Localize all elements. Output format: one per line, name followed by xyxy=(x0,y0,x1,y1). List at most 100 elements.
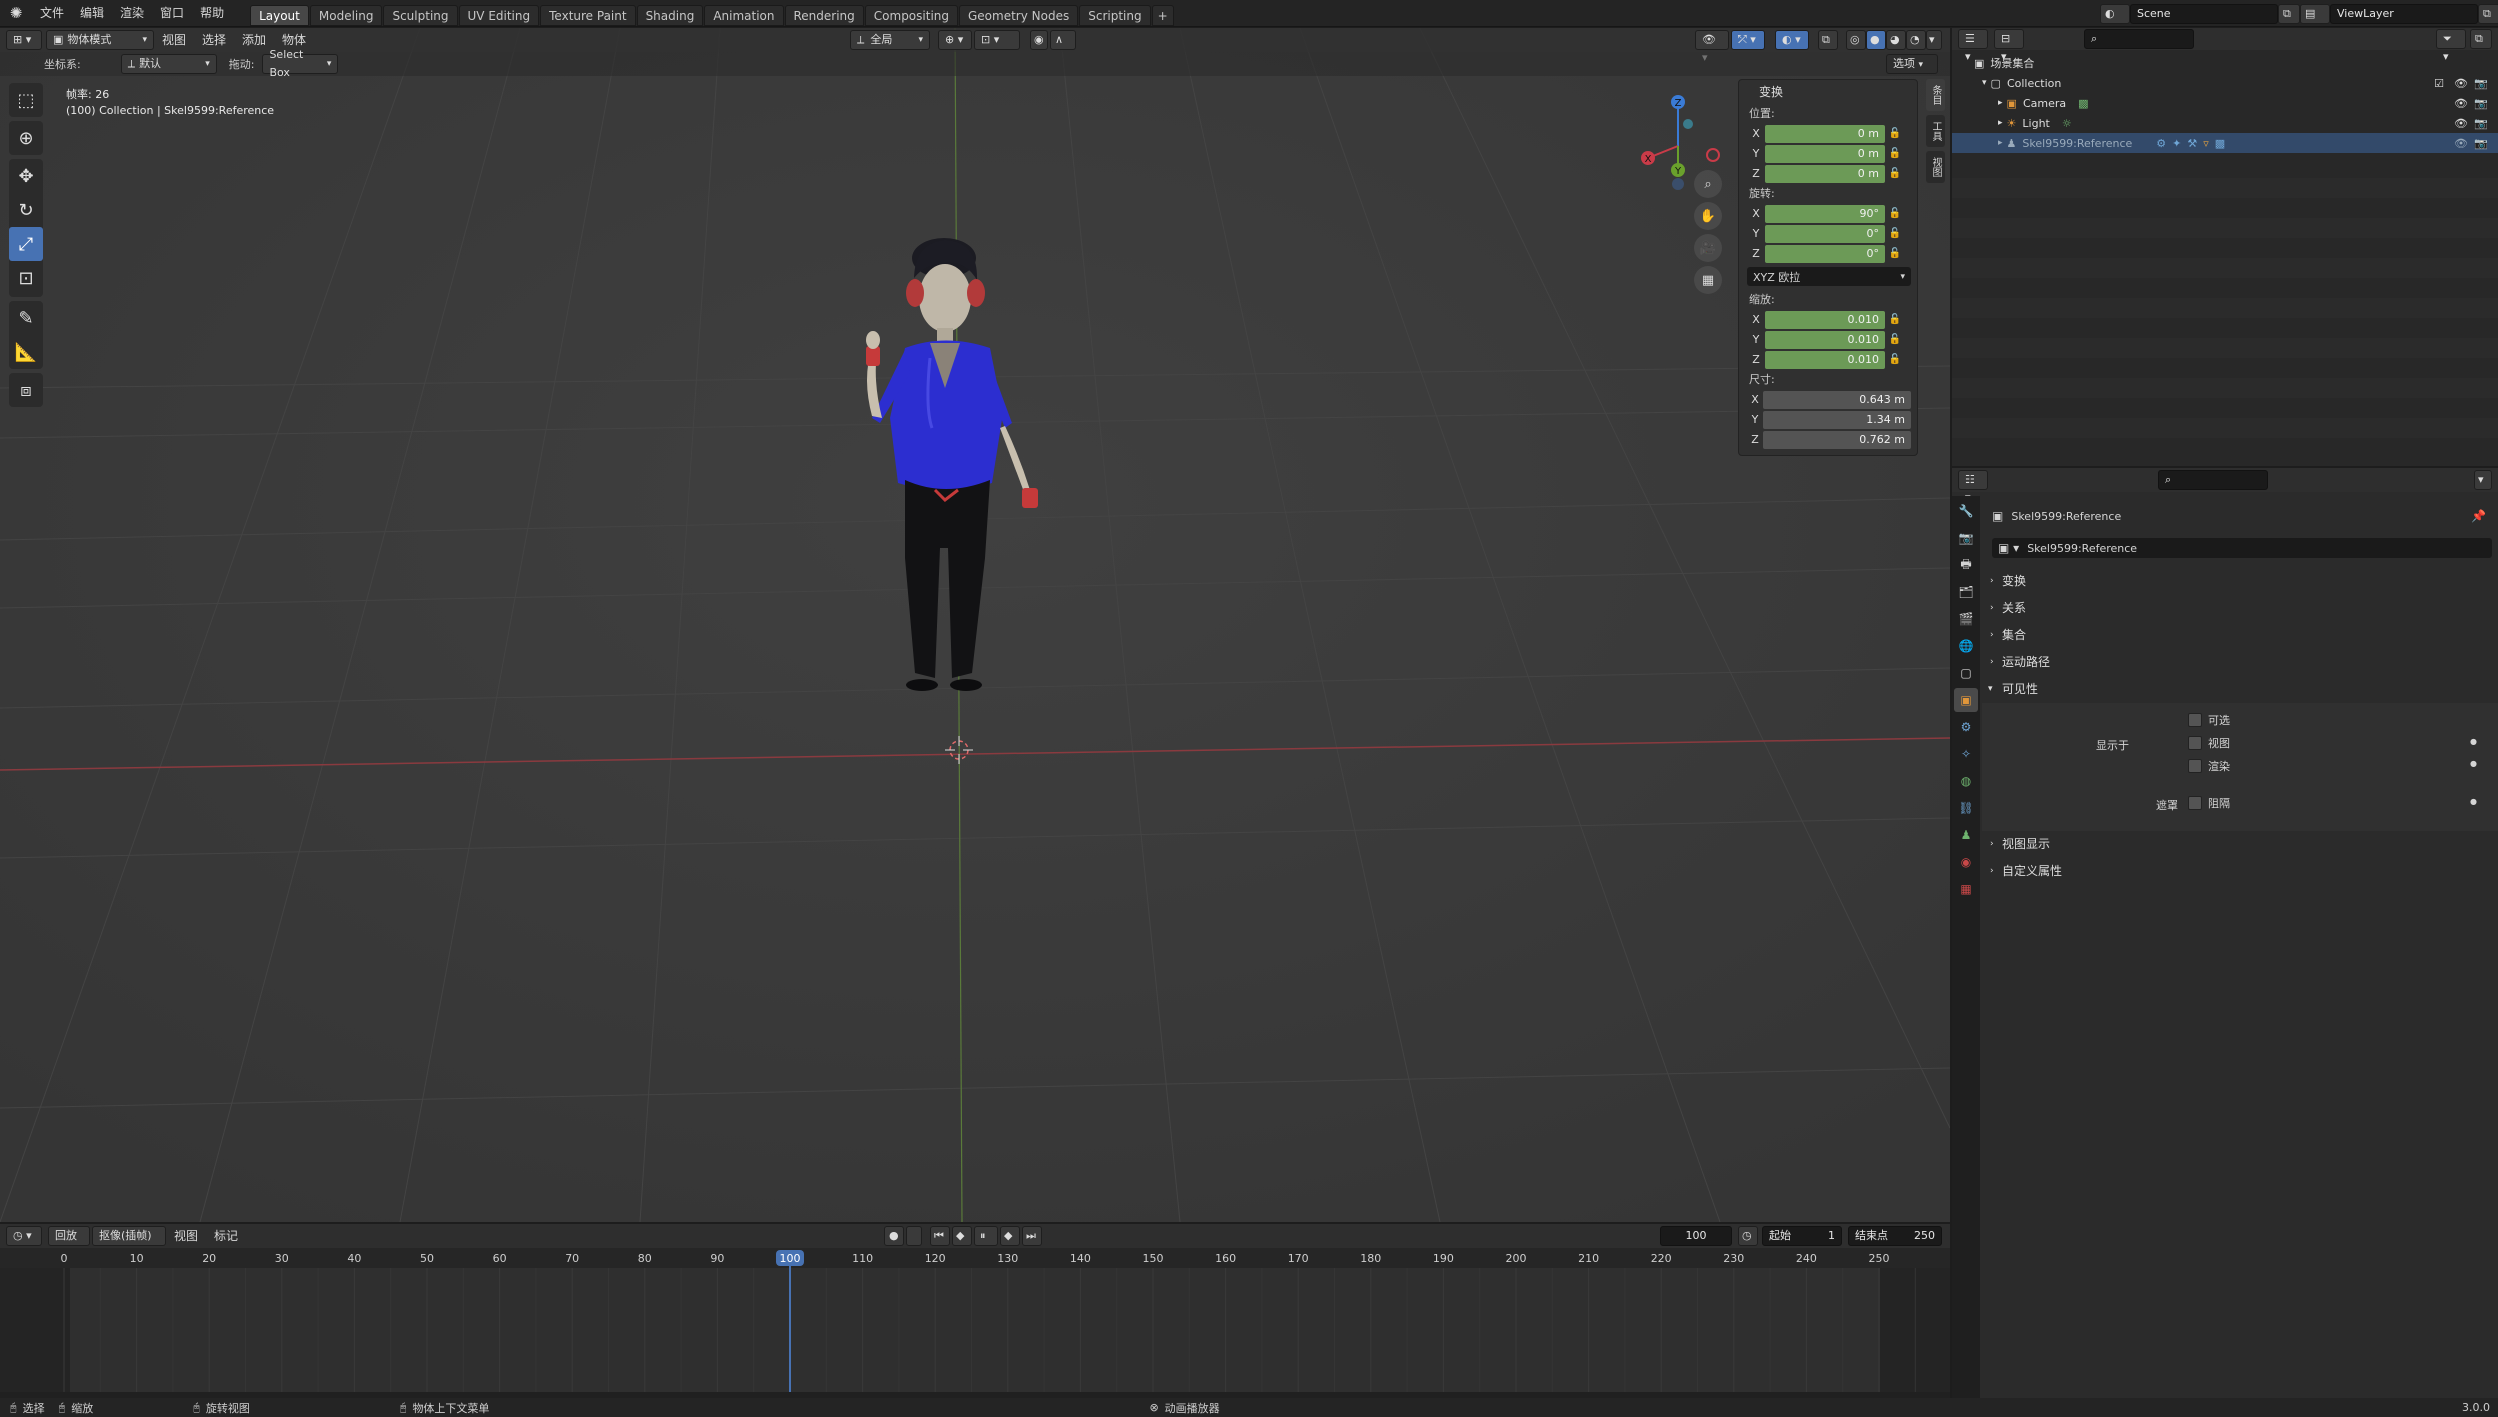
collection-tab-icon[interactable]: ▢ xyxy=(1954,661,1978,685)
record-icon[interactable]: ● xyxy=(884,1226,904,1246)
show-renders-checkbox[interactable] xyxy=(2188,759,2202,773)
timeline-editor-icon[interactable]: ◷ ▾ xyxy=(6,1226,42,1246)
object-name-field[interactable]: ▣ ▾ Skel9599:Reference xyxy=(1992,538,2492,558)
section-relations[interactable]: › 关系 xyxy=(1982,595,2498,622)
texture-tab-icon[interactable]: ▦ xyxy=(1954,877,1978,901)
material-tab-icon[interactable]: ◉ xyxy=(1954,850,1978,874)
rotate-tool-icon[interactable]: ↻ xyxy=(9,193,43,227)
scene-tab-icon[interactable]: 🎬 xyxy=(1954,607,1978,631)
lock-icon[interactable]: 🔓 xyxy=(1885,168,1905,179)
new-collection-icon[interactable]: ⧉ xyxy=(2470,29,2492,49)
new-view-layer-icon[interactable]: ⧉ xyxy=(2478,3,2498,24)
properties-options-icon[interactable]: ▾ xyxy=(2474,470,2492,490)
viewport-menu-view[interactable]: 视图 xyxy=(154,28,194,54)
rotation-mode-dropdown[interactable]: XYZ 欧拉 ▾ xyxy=(1747,267,1911,286)
lock-icon[interactable]: 🔓 xyxy=(1885,354,1905,365)
shading-options-icon[interactable]: ▾ xyxy=(1926,30,1942,50)
tab-modeling[interactable]: Modeling xyxy=(309,4,383,26)
render-tab-icon[interactable]: 📷 xyxy=(1954,526,1978,550)
menu-window[interactable]: 窗口 xyxy=(152,0,192,27)
scene-selector[interactable]: ◐ Scene ⧉ xyxy=(2100,3,2300,24)
section-collections[interactable]: › 集合 xyxy=(1982,622,2498,649)
constraints-tab-icon[interactable]: ⛓ xyxy=(1954,796,1978,820)
show-viewports-checkbox[interactable] xyxy=(2188,736,2202,750)
timeline-track[interactable]: 0 10 20 30 40 50 60 70 80 90 100 110 120 130 140 150 160… xyxy=(0,1248,1950,1398)
transform-panel-title[interactable]: 变换 xyxy=(1739,80,1917,104)
ortho-grid-icon[interactable]: ▦ xyxy=(1694,266,1722,294)
scene-name[interactable]: Scene xyxy=(2130,3,2278,24)
tab-sculpting[interactable]: Sculpting xyxy=(383,4,458,26)
tab-rendering[interactable]: Rendering xyxy=(784,4,864,26)
annotate-tool-icon[interactable]: ✎ xyxy=(9,301,43,335)
tab-shading[interactable]: Shading xyxy=(636,4,704,26)
camera-render-icon[interactable]: 📷 xyxy=(2474,97,2488,110)
object-tab-icon[interactable]: ▣ xyxy=(1954,688,1978,712)
keyframe-dot-icon[interactable]: ● xyxy=(2470,759,2477,768)
checkbox-icon[interactable]: ☑ xyxy=(2434,77,2444,90)
pause-icon[interactable]: ⏸ xyxy=(974,1226,998,1246)
viewport-menu-add[interactable]: 添加 xyxy=(234,28,274,54)
menu-render[interactable]: 渲染 xyxy=(112,0,152,27)
blender-logo-icon[interactable]: ✺ xyxy=(0,4,32,22)
menu-edit[interactable]: 编辑 xyxy=(72,0,112,27)
new-scene-icon[interactable]: ⧉ xyxy=(2278,3,2300,24)
tab-geometry-nodes[interactable]: Geometry Nodes xyxy=(959,4,1079,26)
jump-start-icon[interactable]: ⏮ xyxy=(930,1226,950,1246)
start-frame-field[interactable]: 起始 1 xyxy=(1762,1226,1842,1246)
visibility-dropdown[interactable]: 👁 ▾ xyxy=(1695,30,1729,64)
outliner-search-input[interactable]: ⌕ xyxy=(2084,29,2194,49)
gizmo-toggle[interactable]: ⤱ ▾ xyxy=(1731,30,1765,50)
selectable-checkbox-row[interactable]: 可选 xyxy=(2188,711,2230,729)
dimensions-z-field[interactable]: 0.762 m xyxy=(1763,430,1911,449)
transform-orientation-dropdown[interactable]: ⟂ 全局 ▾ xyxy=(850,30,930,50)
dimensions-y-field[interactable]: 1.34 m xyxy=(1763,410,1911,429)
pan-hand-icon[interactable]: ✋ xyxy=(1694,202,1722,230)
show-renders-checkbox-row[interactable]: 渲染 xyxy=(2188,757,2230,775)
preview-range-icon[interactable]: ◷ xyxy=(1738,1226,1758,1246)
solid-shading-icon[interactable]: ● xyxy=(1866,30,1886,50)
show-viewports-checkbox-row[interactable]: 视图 xyxy=(2188,734,2230,752)
overlay-toggle[interactable]: ◐ ▾ xyxy=(1775,30,1809,50)
options-dropdown[interactable]: 选项 ▾ xyxy=(1886,54,1938,74)
rotation-x-field[interactable]: 90° xyxy=(1765,204,1885,223)
view-layer-name[interactable]: ViewLayer xyxy=(2330,3,2478,24)
scale-z-field[interactable]: 0.010 xyxy=(1765,350,1885,369)
end-frame-field[interactable]: 结束点 250 xyxy=(1848,1226,1942,1246)
move-tool-icon[interactable]: ✥ xyxy=(9,159,43,193)
coord-system-dropdown[interactable]: ⟂ 默认 ▾ xyxy=(120,54,217,74)
view-layer-selector[interactable]: ▤ ViewLayer ⧉ xyxy=(2300,3,2498,24)
tab-scripting[interactable]: Scripting xyxy=(1079,4,1151,26)
tab-animation[interactable]: Animation xyxy=(704,4,784,26)
rotation-y-field[interactable]: 0° xyxy=(1765,224,1885,243)
holdout-checkbox-row[interactable]: 阻隔 xyxy=(2188,794,2230,812)
menu-help[interactable]: 帮助 xyxy=(192,0,232,27)
editor-type-icon[interactable]: ⊞ ▾ xyxy=(6,30,42,50)
xray-toggle[interactable]: ⧉ xyxy=(1818,30,1838,50)
display-mode-icon[interactable]: ⊟ ▾ xyxy=(1994,29,2024,63)
add-workspace-button[interactable]: + xyxy=(1151,4,1174,26)
proportional-edit-toggle[interactable]: ◉ xyxy=(1030,30,1048,50)
lock-icon[interactable]: 🔓 xyxy=(1885,148,1905,159)
tab-texture-paint[interactable]: Texture Paint xyxy=(540,4,636,26)
properties-editor-icon[interactable]: ☷ ▾ xyxy=(1958,470,1988,504)
world-tab-icon[interactable]: 🌐 xyxy=(1954,634,1978,658)
pin-icon[interactable]: 📌 xyxy=(2471,509,2486,523)
section-visibility[interactable]: ▾ 可见性 xyxy=(1982,676,2498,703)
collection-row[interactable]: ▾ ▢ Collection ☑ 👁 📷 xyxy=(1952,73,2498,93)
outliner-editor-icon[interactable]: ☰ ▾ xyxy=(1958,29,1988,63)
location-x-field[interactable]: 0 m xyxy=(1765,124,1885,143)
modifier-tab-icon[interactable]: ⚙ xyxy=(1954,715,1978,739)
section-transform[interactable]: › 变换 xyxy=(1982,568,2498,595)
properties-search-input[interactable]: ⌕ xyxy=(2158,470,2268,490)
wireframe-shading-icon[interactable]: ◎ xyxy=(1846,30,1866,50)
playback-dropdown[interactable]: 回放 ▾ xyxy=(48,1226,90,1260)
camera-render-icon[interactable]: 📷 xyxy=(2474,77,2488,90)
physics-tab-icon[interactable]: ◍ xyxy=(1954,769,1978,793)
drag-dropdown[interactable]: Select Box ▾ xyxy=(262,48,339,79)
lock-icon[interactable]: 🔓 xyxy=(1885,334,1905,345)
transform-tool-icon[interactable]: ⊡ xyxy=(9,261,43,295)
scale-tool-icon[interactable]: ⤢ xyxy=(9,227,43,261)
jump-prev-key-icon[interactable]: ◆ xyxy=(952,1226,972,1246)
rendered-shading-icon[interactable]: ◔ xyxy=(1906,30,1926,50)
measure-tool-icon[interactable]: 📐 xyxy=(9,335,43,369)
